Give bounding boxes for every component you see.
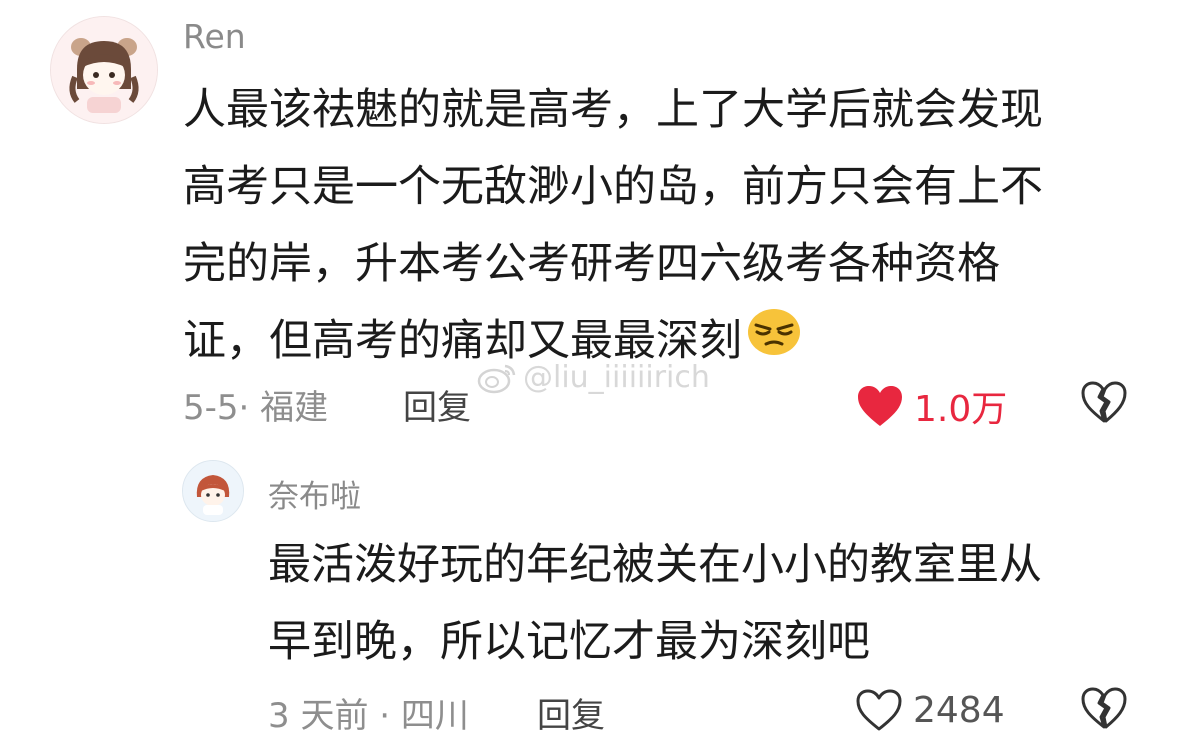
comment-author[interactable]: Ren (183, 17, 246, 56)
reply-reply-button[interactable]: 回复 (537, 688, 605, 737)
reply-line: 早到晚，所以记忆才最为深刻吧 (268, 617, 870, 667)
comment-meta: 5-5· 福建 (183, 388, 329, 428)
avatar-girl-illustration (51, 17, 157, 123)
comment-line: 人最该祛魅的就是高考，上了大学后就会发现 (183, 85, 1043, 135)
reply-like-button[interactable]: 2484 (855, 688, 1005, 732)
heart-filled-icon (858, 386, 902, 426)
weibo-logo-icon (477, 364, 516, 393)
broken-heart-icon (1081, 687, 1127, 729)
broken-heart-icon (1081, 381, 1127, 423)
reply-text: 最活泼好玩的年纪被关在小小的教室里从 早到晚，所以记忆才最为深刻吧 (268, 527, 1158, 681)
like-count: 1.0万 (914, 389, 1008, 430)
comment-text: 人最该祛魅的就是高考，上了大学后就会发现 高考只是一个无敌渺小的岛，前方只会有上… (183, 72, 1143, 382)
pensive-face-emoji-icon (746, 305, 802, 382)
reply-meta: 3 天前 · 四川 (268, 696, 469, 736)
heart-outline-icon (856, 689, 902, 731)
watermark: @liu_iiiiiirich (477, 360, 710, 395)
reply-line: 最活泼好玩的年纪被关在小小的教室里从 (268, 540, 1042, 590)
like-button[interactable]: 1.0万 (856, 380, 1007, 432)
comment-line: 高考只是一个无敌渺小的岛，前方只会有上不 (183, 162, 1043, 212)
reply-dislike-button[interactable] (1080, 686, 1128, 734)
reply-button[interactable]: 回复 (403, 380, 471, 429)
comment-line: 完的岸，升本考公考研考四六级考各种资格 (183, 239, 1000, 289)
dislike-button[interactable] (1080, 380, 1128, 428)
comment-line: 证，但高考的痛却又最最深刻 (183, 316, 742, 366)
reply-avatar[interactable] (182, 460, 244, 522)
avatar-illustration (183, 461, 243, 521)
reply-author[interactable]: 奈布啦 (268, 471, 361, 516)
watermark-handle: @liu_iiiiiirich (523, 360, 710, 395)
reply-like-count: 2484 (913, 689, 1005, 731)
avatar[interactable] (50, 16, 158, 124)
